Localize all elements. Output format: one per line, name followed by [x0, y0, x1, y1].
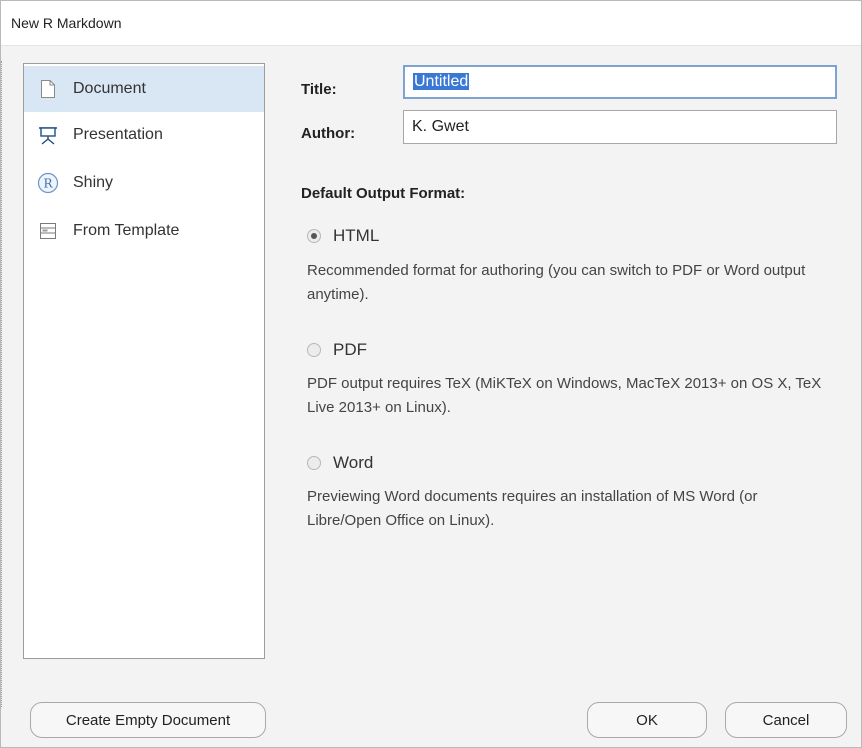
svg-text:R: R [43, 177, 53, 191]
pdf-description: PDF output requires TeX (MiKTeX on Windo… [307, 375, 822, 416]
sidebar-item-from-template[interactable]: From Template [24, 208, 264, 254]
radio-label-word: Word [333, 453, 374, 472]
sidebar-item-presentation[interactable]: Presentation [24, 112, 264, 158]
author-label: Author: [301, 125, 356, 142]
sidebar-item-document[interactable]: Document [24, 66, 264, 112]
title-input[interactable]: Untitled [403, 65, 837, 99]
radio-html[interactable]: HTML [307, 226, 379, 246]
radio-label-html: HTML [333, 226, 380, 245]
create-empty-document-button[interactable]: Create Empty Document [30, 702, 266, 738]
radio-button-word[interactable] [307, 456, 321, 470]
author-input[interactable] [403, 110, 837, 144]
output-format-heading: Default Output Format: [301, 185, 466, 202]
sidebar-item-label: Presentation [73, 126, 163, 143]
shiny-r-icon: R [37, 172, 59, 194]
sidebar-item-shiny[interactable]: R Shiny [24, 160, 264, 206]
html-description: Recommended format for authoring (you ca… [307, 262, 806, 303]
presentation-icon [37, 124, 59, 146]
title-label: Title: [301, 81, 337, 98]
template-icon [37, 220, 59, 242]
title-bar[interactable]: New R Markdown [1, 1, 861, 46]
radio-word[interactable]: Word [307, 453, 373, 473]
radio-button-html[interactable] [307, 229, 321, 243]
cancel-button[interactable]: Cancel [725, 702, 847, 738]
document-icon [37, 78, 59, 100]
radio-label-pdf: PDF [333, 340, 367, 359]
radio-pdf[interactable]: PDF [307, 340, 367, 360]
window-title: New R Markdown [11, 15, 122, 31]
radio-button-pdf[interactable] [307, 343, 321, 357]
ok-button[interactable]: OK [587, 702, 707, 738]
title-input-value: Untitled [413, 73, 470, 90]
new-r-markdown-dialog: New R Markdown Document Presentation R S… [0, 0, 862, 748]
sidebar-item-label: From Template [73, 222, 180, 239]
template-type-list: Document Presentation R Shiny From Templ… [23, 63, 265, 659]
sidebar-item-label: Shiny [73, 174, 114, 191]
word-description: Previewing Word documents requires an in… [307, 488, 758, 529]
window-edge [1, 61, 4, 707]
sidebar-item-label: Document [73, 80, 146, 97]
